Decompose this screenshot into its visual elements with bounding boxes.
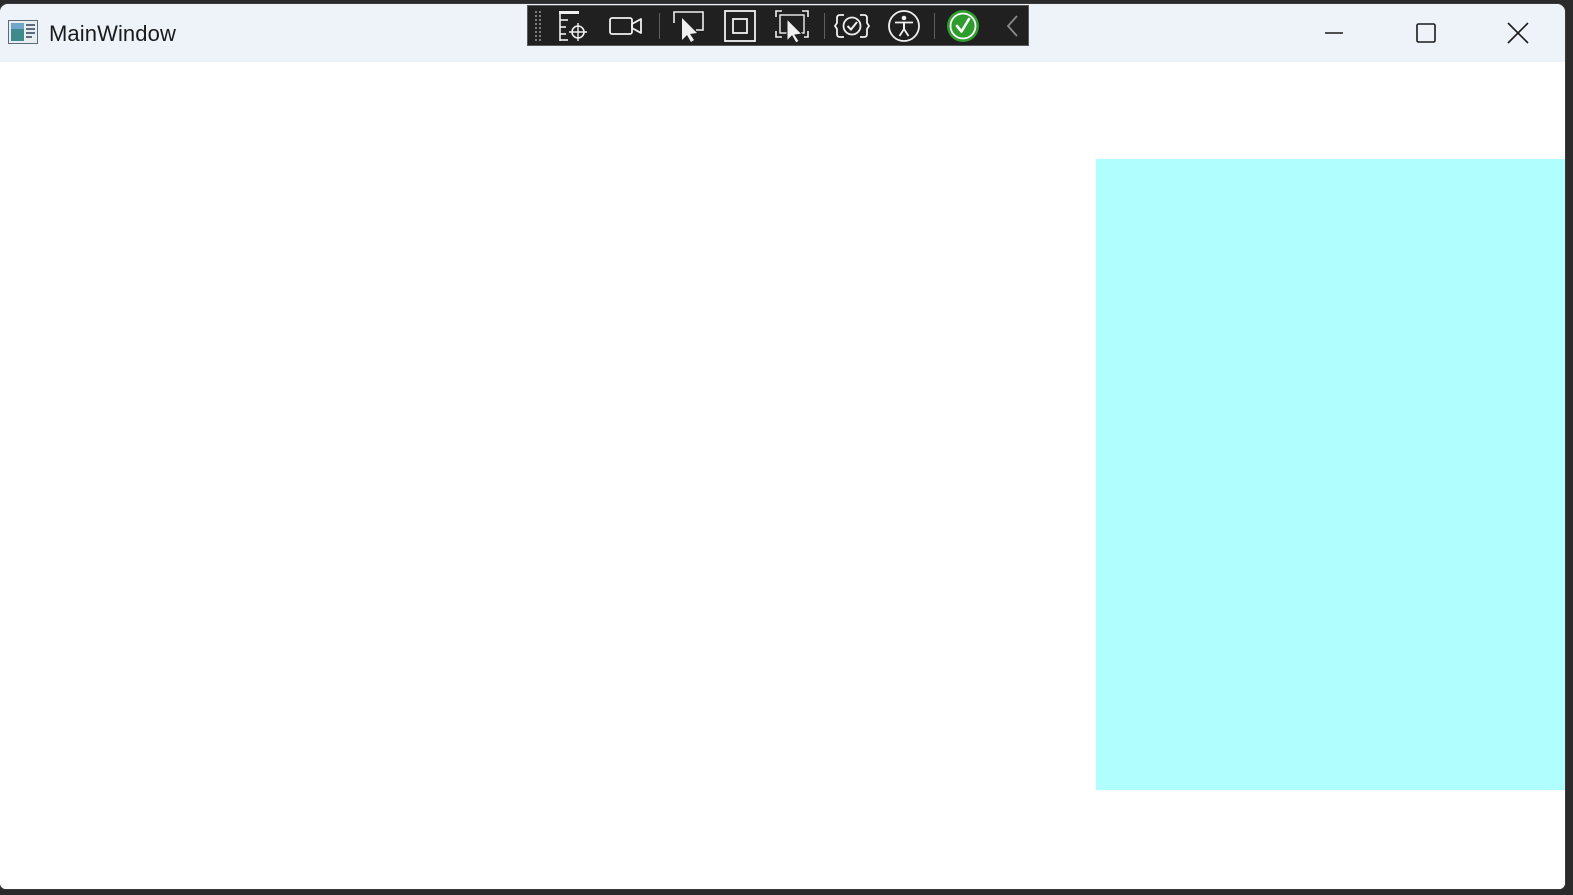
binding-check-icon bbox=[947, 10, 979, 42]
live-visual-tree-icon bbox=[559, 11, 587, 41]
toolbar-separator bbox=[824, 13, 825, 39]
toolbar-separator bbox=[934, 13, 935, 39]
live-visual-tree-button[interactable] bbox=[555, 9, 593, 43]
close-icon bbox=[1507, 22, 1529, 44]
display-layout-adorners-icon bbox=[724, 10, 756, 42]
recording-button[interactable] bbox=[607, 9, 645, 43]
collapse-toolbar-button[interactable] bbox=[994, 9, 1032, 43]
maximize-icon bbox=[1416, 23, 1436, 43]
minimize-button[interactable] bbox=[1288, 4, 1380, 62]
xaml-debug-toolbar[interactable] bbox=[527, 5, 1029, 46]
accessibility-checker-button[interactable] bbox=[885, 9, 923, 43]
collapse-chevron-icon bbox=[1006, 15, 1018, 37]
hot-reload-icon bbox=[834, 14, 870, 38]
track-focus-button[interactable] bbox=[773, 9, 811, 43]
track-focus-icon bbox=[775, 10, 809, 43]
main-window: MainWindow bbox=[0, 4, 1565, 889]
close-button[interactable] bbox=[1472, 4, 1564, 62]
window-title: MainWindow bbox=[49, 21, 176, 46]
cyan-panel bbox=[1096, 159, 1565, 790]
binding-status-button[interactable] bbox=[944, 9, 982, 43]
accessibility-icon bbox=[888, 10, 920, 42]
toolbar-separator bbox=[659, 13, 660, 39]
app-icon bbox=[8, 20, 38, 44]
toolbar-grip[interactable] bbox=[534, 10, 542, 42]
minimize-icon bbox=[1325, 32, 1343, 34]
video-camera-icon bbox=[609, 17, 642, 35]
display-layout-adorners-button[interactable] bbox=[721, 9, 759, 43]
window-content bbox=[0, 62, 1565, 889]
maximize-button[interactable] bbox=[1380, 4, 1472, 62]
select-element-button[interactable] bbox=[669, 9, 707, 43]
hot-reload-button[interactable] bbox=[833, 9, 871, 43]
select-element-icon bbox=[673, 11, 704, 42]
